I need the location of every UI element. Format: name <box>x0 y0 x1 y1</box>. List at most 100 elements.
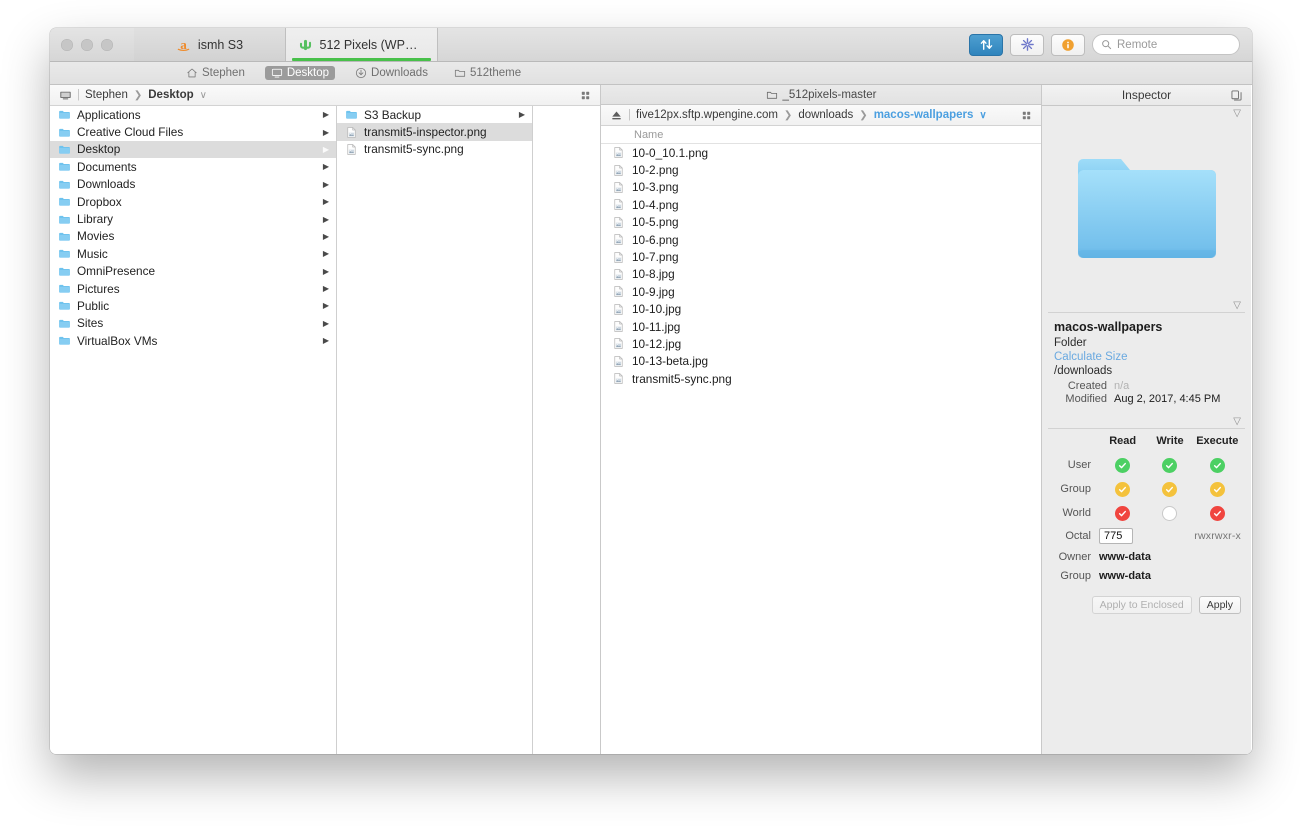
local-list-item[interactable]: Dropbox ▶ <box>50 193 336 210</box>
permission-checkbox-on[interactable] <box>1115 457 1131 473</box>
remote-file-row[interactable]: 10-4.png <box>601 196 1041 213</box>
remote-file-label: 10-6.png <box>632 232 679 247</box>
remote-host[interactable]: five12px.sftp.wpengine.com <box>636 109 778 121</box>
permission-checkbox-on[interactable] <box>1209 457 1225 473</box>
favorite-downloads[interactable]: Downloads <box>349 66 434 80</box>
close-button[interactable] <box>61 38 73 51</box>
disclosure-arrow-icon[interactable]: ▶ <box>323 110 329 119</box>
local-list-item[interactable]: transmit5-inspector.png <box>337 123 532 141</box>
duplicate-icon[interactable] <box>1230 89 1243 102</box>
favorite-stephen[interactable]: Stephen <box>180 66 251 80</box>
local-list-item[interactable]: Public ▶ <box>50 297 336 314</box>
permission-checkbox-on[interactable] <box>1209 505 1225 521</box>
owner-value[interactable]: www-data <box>1099 551 1151 563</box>
local-current-folder[interactable]: Desktop <box>148 89 193 101</box>
sync-button[interactable] <box>969 33 1003 56</box>
remote-file-row[interactable]: 10-3.png <box>601 179 1041 196</box>
local-list-item[interactable]: Pictures ▶ <box>50 280 336 297</box>
local-list-item[interactable]: VirtualBox VMs ▶ <box>50 332 336 349</box>
local-list-item[interactable]: Library ▶ <box>50 210 336 227</box>
permission-checkbox-on[interactable] <box>1162 457 1178 473</box>
local-column-3[interactable] <box>533 106 600 754</box>
disclosure-arrow-icon[interactable]: ▶ <box>323 336 329 345</box>
permission-checkbox-on[interactable] <box>1115 505 1131 521</box>
local-crumb-stephen[interactable]: Stephen <box>85 89 128 101</box>
local-list-item[interactable]: S3 Backup ▶ <box>337 106 532 123</box>
remote-file-row[interactable]: 10-2.png <box>601 161 1041 178</box>
local-list-item[interactable]: Applications ▶ <box>50 106 336 123</box>
disclosure-arrow-icon[interactable]: ▶ <box>323 232 329 241</box>
remote-file-row[interactable]: 10-11.jpg <box>601 318 1041 335</box>
apply-button[interactable]: Apply <box>1198 596 1241 614</box>
minimize-button[interactable] <box>81 38 93 51</box>
calculate-size-link[interactable]: Calculate Size <box>1054 351 1239 363</box>
local-column-2[interactable]: S3 Backup ▶ transmit5-inspector.png transmi… <box>337 106 533 754</box>
local-list-item[interactable]: Creative Cloud Files ▶ <box>50 123 336 140</box>
disclosure-arrow-icon[interactable]: ▶ <box>323 162 329 171</box>
local-item-label: Public <box>77 298 110 313</box>
remote-file-row[interactable]: 10-13-beta.jpg <box>601 353 1041 370</box>
tab-ismh-s3[interactable]: a ismh S3 <box>134 28 286 61</box>
column-header-name[interactable]: Name <box>634 129 663 141</box>
info-button[interactable] <box>1051 33 1085 56</box>
apply-to-enclosed-button[interactable]: Apply to Enclosed <box>1091 596 1192 614</box>
remote-file-label: 10-0_10.1.png <box>632 145 709 160</box>
path-chevron-down-icon[interactable]: ∨ <box>979 110 986 121</box>
favorite-desktop[interactable]: Desktop <box>264 66 336 80</box>
local-list-item[interactable]: Movies ▶ <box>50 228 336 245</box>
disclosure-arrow-icon[interactable]: ▶ <box>323 267 329 276</box>
local-list-item[interactable]: Desktop ▶ <box>50 140 336 159</box>
disclosure-arrow-icon[interactable]: ▶ <box>323 284 329 293</box>
local-list-item[interactable]: Downloads ▶ <box>50 176 336 193</box>
folder-icon <box>59 215 70 224</box>
favorite-512theme[interactable]: 512theme <box>448 66 527 80</box>
local-column-1[interactable]: Applications ▶ Creative Cloud Files ▶ Deskto… <box>50 106 337 754</box>
remote-file-row[interactable]: 10-10.jpg <box>601 301 1041 318</box>
permission-checkbox-on[interactable] <box>1162 481 1178 497</box>
tab-512-pixels[interactable]: 512 Pixels (WPE Li... <box>286 28 438 61</box>
disclosure-arrow-icon[interactable]: ▶ <box>323 301 329 310</box>
octal-input[interactable]: 775 <box>1099 528 1133 544</box>
remote-file-row[interactable]: 10-9.jpg <box>601 283 1041 300</box>
disclosure-arrow-icon[interactable]: ▶ <box>323 249 329 258</box>
permissions-disclosure[interactable]: ▽ <box>1042 414 1251 428</box>
remote-file-row[interactable]: 10-7.png <box>601 248 1041 265</box>
sparkle-button[interactable] <box>1010 33 1044 56</box>
disclosure-arrow-icon[interactable]: ▶ <box>323 145 329 154</box>
local-list-item[interactable]: Sites ▶ <box>50 315 336 332</box>
disclosure-arrow-icon[interactable]: ▶ <box>323 197 329 206</box>
permissions-grid: Read Write Execute User Group World <box>1042 429 1251 525</box>
grid-view-icon[interactable] <box>580 90 591 101</box>
remote-file-row[interactable]: 10-6.png <box>601 231 1041 248</box>
remote-file-row[interactable]: 10-8.jpg <box>601 266 1041 283</box>
grid-view-icon[interactable] <box>1021 110 1032 121</box>
remote-file-row[interactable]: 10-12.jpg <box>601 335 1041 352</box>
permission-checkbox-on[interactable] <box>1115 481 1131 497</box>
search-input[interactable]: Remote <box>1092 34 1240 55</box>
remote-crumb-downloads[interactable]: downloads <box>798 109 853 121</box>
zoom-button[interactable] <box>101 38 113 51</box>
disclosure-arrow-icon[interactable]: ▶ <box>323 215 329 224</box>
permission-checkbox-off[interactable] <box>1162 505 1178 521</box>
path-chevron-down-icon[interactable]: ∨ <box>200 90 207 101</box>
disclosure-arrow-icon[interactable]: ▶ <box>323 128 329 137</box>
remote-current-folder[interactable]: macos-wallpapers <box>874 109 974 121</box>
info-disclosure[interactable]: ▽ <box>1042 298 1251 312</box>
remote-file-label: 10-11.jpg <box>632 319 681 334</box>
remote-file-row[interactable]: 10-0_10.1.png <box>601 144 1041 161</box>
permission-checkbox-on[interactable] <box>1209 481 1225 497</box>
remote-file-row[interactable]: 10-5.png <box>601 214 1041 231</box>
disclosure-arrow-icon[interactable]: ▶ <box>323 180 329 189</box>
preview-disclosure[interactable]: ▽ <box>1042 106 1251 120</box>
folder-icon <box>59 111 70 119</box>
local-list-item[interactable]: Documents ▶ <box>50 158 336 175</box>
disclosure-arrow-icon[interactable]: ▶ <box>519 110 525 119</box>
local-list-item[interactable]: transmit5-sync.png <box>337 141 532 158</box>
eject-icon[interactable] <box>610 109 623 122</box>
remote-file-row[interactable]: transmit5-sync.png <box>601 370 1041 387</box>
group-value[interactable]: www-data <box>1099 570 1151 582</box>
remote-file-list[interactable]: 10-0_10.1.png 10-2.png 10-3.png 10-4.png 10-… <box>601 144 1041 754</box>
local-list-item[interactable]: OmniPresence ▶ <box>50 263 336 280</box>
disclosure-arrow-icon[interactable]: ▶ <box>323 319 329 328</box>
local-list-item[interactable]: Music ▶ <box>50 245 336 262</box>
